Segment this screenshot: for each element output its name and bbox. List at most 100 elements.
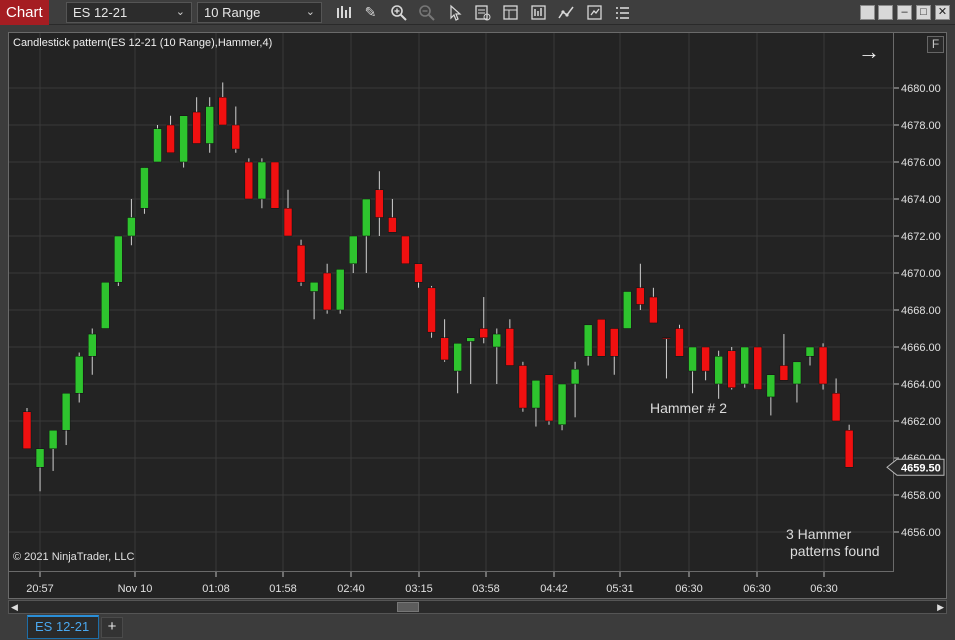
candle-down: [479, 328, 488, 338]
candle-up: [335, 269, 345, 311]
candle-up: [531, 380, 541, 409]
candle-down: [544, 374, 554, 422]
candle-down: [596, 319, 606, 357]
candle-down: [427, 287, 436, 333]
candle-down: [753, 346, 763, 390]
candle-up: [35, 448, 45, 468]
candle-up: [127, 217, 136, 237]
candle-up: [179, 115, 188, 163]
price-tick-label: 4664.00: [901, 379, 941, 391]
candle-up: [88, 333, 97, 357]
candle-up: [740, 346, 749, 385]
candle-up: [766, 374, 776, 398]
time-tick-label: 20:57: [26, 583, 54, 595]
time-tick-label: 01:08: [202, 583, 230, 595]
candle-up: [349, 235, 358, 264]
candle-up: [309, 282, 319, 292]
candle-down: [283, 208, 293, 237]
scrollbar-thumb[interactable]: [397, 602, 419, 612]
time-tick-label: 03:15: [405, 583, 433, 595]
candle-down: [270, 161, 280, 209]
last-price-label: 4659.50: [901, 462, 941, 474]
hammer-annotation: Hammer # 2: [650, 400, 728, 416]
time-tick-label: 01:58: [269, 583, 297, 595]
candle-up: [557, 383, 567, 425]
time-tick-label: 02:40: [337, 583, 365, 595]
candle-up: [362, 198, 371, 237]
price-tick-label: 4676.00: [901, 157, 941, 169]
candle-up: [492, 333, 502, 348]
candle-up: [466, 337, 475, 342]
time-tick-label: Nov 10: [118, 583, 153, 595]
candle-up: [805, 346, 815, 357]
candle-down: [831, 393, 841, 422]
candle-down: [505, 328, 515, 366]
copyright: © 2021 NinjaTrader, LLC: [13, 551, 135, 563]
candle-up: [74, 356, 84, 394]
candle-up: [153, 128, 162, 163]
patterns-found-line2: patterns found: [790, 543, 880, 559]
candle-up: [623, 291, 632, 329]
horizontal-scrollbar[interactable]: ◀ ▶: [8, 600, 947, 614]
add-tab-button[interactable]: +: [101, 617, 123, 638]
candle-down: [231, 124, 241, 150]
time-tick-label: 05:31: [606, 583, 634, 595]
scroll-right-icon[interactable]: ▶: [937, 602, 944, 613]
candle-down: [401, 235, 410, 264]
time-tick-label: 03:58: [472, 583, 500, 595]
chart-title: Candlestick pattern(ES 12-21 (10 Range),…: [13, 37, 273, 49]
candle-down: [636, 287, 645, 305]
candle-up: [101, 282, 110, 329]
candle-down: [388, 217, 397, 233]
candle-down: [518, 365, 528, 409]
patterns-found-line1: 3 Hammer: [786, 526, 852, 542]
candle-down: [22, 411, 32, 449]
candle-down: [192, 111, 201, 144]
candle-up: [61, 393, 71, 431]
chart-tabs: ES 12-21 +: [0, 615, 955, 640]
candle-down: [296, 245, 306, 283]
candle-down: [675, 328, 684, 357]
candle-down: [218, 97, 227, 126]
candle-down: [375, 189, 384, 218]
price-tick-label: 4678.00: [901, 120, 941, 132]
candle-up: [688, 346, 697, 372]
price-tick-label: 4672.00: [901, 231, 941, 243]
candle-down: [701, 346, 710, 372]
candle-down: [662, 337, 671, 339]
arrow-right-icon[interactable]: →: [858, 40, 880, 64]
time-tick-label: 06:30: [810, 583, 838, 595]
candle-up: [453, 343, 462, 372]
candle-up: [257, 161, 267, 200]
candle-down: [166, 124, 175, 153]
candle-up: [140, 167, 149, 209]
time-tick-label: 06:30: [675, 583, 703, 595]
price-tick-label: 4662.00: [901, 416, 941, 428]
time-tick-label: 06:30: [743, 583, 771, 595]
candle-down: [727, 350, 736, 388]
candle-up: [48, 430, 58, 449]
candle-up: [570, 368, 580, 385]
candle-down: [440, 337, 449, 361]
price-tick-label: 4656.00: [901, 527, 941, 539]
f-button[interactable]: F: [927, 36, 944, 53]
candle-down: [244, 161, 254, 200]
price-tick-label: 4658.00: [901, 490, 941, 502]
price-tick-label: 4666.00: [901, 342, 941, 354]
scroll-left-icon[interactable]: ◀: [11, 602, 18, 613]
candle-down: [818, 346, 828, 385]
candle-down: [414, 263, 423, 283]
time-tick-label: 04:42: [540, 583, 568, 595]
candle-down: [779, 365, 789, 381]
candle-up: [583, 324, 593, 357]
price-tick-label: 4674.00: [901, 194, 941, 206]
price-tick-label: 4668.00: [901, 305, 941, 317]
candle-down: [649, 296, 658, 324]
price-tick-label: 4670.00: [901, 268, 941, 280]
candle-up: [205, 106, 214, 144]
candle-up: [792, 361, 802, 385]
ninjatrader-window: Chart ES 12-21 ⌄ 10 Range ⌄ ✎ – □ ✕ 4680…: [0, 0, 955, 640]
candle-up: [114, 235, 123, 283]
tab-es-12-21[interactable]: ES 12-21: [27, 615, 99, 639]
price-tick-label: 4680.00: [901, 83, 941, 95]
